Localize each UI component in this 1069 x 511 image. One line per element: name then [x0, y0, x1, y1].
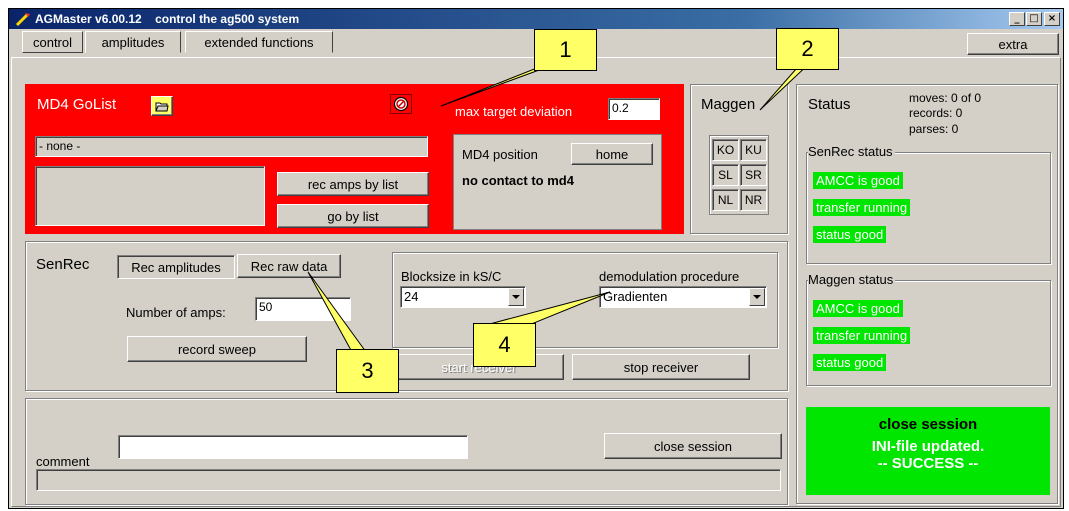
maggen-group: Maggen KO KU SL SR NL NR: [690, 84, 788, 234]
rec-amps-by-list-button[interactable]: rec amps by list: [277, 172, 429, 196]
app-icon: [15, 13, 30, 27]
close-session-button[interactable]: close session: [604, 433, 782, 459]
maggen-sl-button[interactable]: SL: [712, 164, 739, 186]
callout-1: 1: [534, 29, 597, 71]
tab-control[interactable]: control: [22, 31, 83, 53]
maggen-nr-button[interactable]: NR: [740, 189, 767, 211]
blocksize-select[interactable]: 24: [400, 286, 526, 308]
rec-amplitudes-button[interactable]: Rec amplitudes: [117, 255, 235, 279]
content-area: MD4 GoList max target deviation 0.2 - no…: [11, 57, 1061, 507]
demodulation-value: Gradienten: [603, 289, 668, 304]
golist-listbox[interactable]: [35, 166, 265, 226]
session-result-line3: -- SUCCESS --: [877, 455, 979, 472]
md4-position-label: MD4 position: [462, 147, 538, 162]
comment-label: comment: [36, 454, 90, 469]
number-of-amps-input[interactable]: 50: [255, 297, 351, 321]
chevron-down-icon[interactable]: [749, 288, 765, 306]
comment-input[interactable]: [118, 435, 468, 459]
chevron-down-icon[interactable]: [508, 288, 524, 306]
callout-4: 4: [473, 323, 536, 367]
number-of-amps-label: Number of amps:: [126, 305, 226, 320]
golist-select[interactable]: - none -: [35, 136, 428, 157]
parses-count: parses: 0: [909, 122, 959, 136]
maggen-transfer-status: transfer running: [813, 327, 911, 344]
maggen-general-status: status good: [813, 354, 887, 371]
maggen-sr-button[interactable]: SR: [740, 164, 767, 186]
maximize-button[interactable]: □: [1026, 12, 1042, 26]
window-title: AGMaster v6.00.12 control the ag500 syst…: [35, 12, 300, 26]
tab-amplitudes[interactable]: amplitudes: [85, 31, 181, 53]
maggen-button-grid: KO KU SL SR NL NR: [709, 135, 769, 215]
senrec-group: SenRec Rec amplitudes Rec raw data Numbe…: [25, 241, 788, 391]
callout-2: 2: [776, 28, 839, 70]
md4-golist-panel: MD4 GoList max target deviation 0.2 - no…: [25, 84, 684, 234]
maggen-status-group: Maggen status AMCC is good transfer runn…: [806, 272, 1051, 386]
maggen-nl-button[interactable]: NL: [712, 189, 739, 211]
stop-receiver-button[interactable]: stop receiver: [572, 354, 750, 380]
session-result-line2: INI-file updated.: [871, 438, 985, 455]
senrec-status-group: SenRec status AMCC is good transfer runn…: [806, 144, 1051, 264]
senrec-general-status: status good: [813, 226, 887, 243]
maggen-ku-button[interactable]: KU: [740, 139, 767, 161]
session-result-panel: close session INI-file updated. -- SUCCE…: [806, 407, 1050, 495]
moves-count: moves: 0 of 0: [909, 91, 982, 105]
minimize-button[interactable]: _: [1009, 12, 1025, 26]
max-target-input[interactable]: 0.2: [608, 98, 660, 120]
blocksize-label: Blocksize in kS/C: [401, 269, 502, 284]
records-count: records: 0: [909, 106, 963, 120]
stop-button[interactable]: [390, 94, 412, 114]
demodulation-select[interactable]: Gradienten: [599, 286, 767, 308]
blocksize-value: 24: [404, 289, 419, 304]
demodulation-label: demodulation procedure: [599, 269, 740, 284]
maggen-title: Maggen: [701, 96, 756, 113]
max-target-label: max target deviation: [455, 104, 573, 119]
senrec-transfer-status: transfer running: [813, 199, 911, 216]
session-result-line1: close session: [878, 416, 978, 433]
record-sweep-button[interactable]: record sweep: [127, 336, 307, 362]
status-title: Status: [808, 96, 851, 113]
open-folder-button[interactable]: [151, 96, 173, 116]
callout-3: 3: [336, 349, 399, 393]
tab-extended-functions[interactable]: extended functions: [185, 31, 333, 53]
stop-icon: [393, 96, 409, 112]
md4-golist-title: MD4 GoList: [37, 96, 117, 113]
maggen-ko-button[interactable]: KO: [712, 139, 739, 161]
home-button[interactable]: home: [571, 143, 653, 165]
receiver-settings-group: Blocksize in kS/C 24 demodulation proced…: [392, 252, 778, 348]
rec-raw-data-button[interactable]: Rec raw data: [237, 254, 341, 278]
senrec-title: SenRec: [36, 256, 90, 273]
session-progress-bar: [36, 469, 781, 491]
session-group: comment close session: [25, 398, 788, 505]
senrec-status-title: SenRec status: [808, 144, 895, 159]
folder-icon: [155, 102, 169, 112]
go-by-list-button[interactable]: go by list: [277, 204, 429, 228]
senrec-amcc-status: AMCC is good: [813, 172, 903, 189]
maggen-amcc-status: AMCC is good: [813, 300, 903, 317]
md4-contact-status: no contact to md4: [462, 173, 574, 188]
md4-position-group: MD4 position home no contact to md4: [453, 134, 662, 230]
close-window-button[interactable]: ×: [1044, 12, 1060, 26]
main-window: AGMaster v6.00.12 control the ag500 syst…: [8, 8, 1064, 509]
extra-button[interactable]: extra: [967, 33, 1059, 55]
status-group: Status moves: 0 of 0 records: 0 parses: …: [796, 84, 1058, 504]
maggen-status-title: Maggen status: [808, 272, 896, 287]
title-bar[interactable]: AGMaster v6.00.12 control the ag500 syst…: [9, 9, 1063, 29]
